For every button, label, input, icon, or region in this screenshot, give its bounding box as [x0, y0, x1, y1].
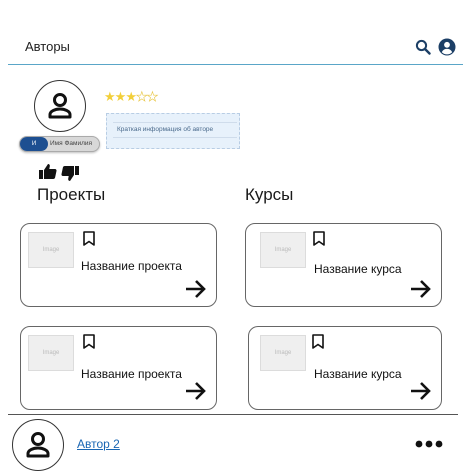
course-card[interactable]: Image Название курса — [245, 223, 442, 307]
star-icon: ★ — [104, 89, 116, 104]
short-info-text: Краткая информация об авторе — [113, 122, 237, 138]
project-image: Image — [28, 232, 74, 268]
list-divider — [8, 414, 458, 415]
star-icon: ★ — [114, 89, 127, 104]
author-short-info: Краткая информация об авторе — [106, 113, 240, 149]
author-avatar[interactable] — [12, 419, 64, 471]
author-name-chip[interactable]: И Имя Фамилия — [19, 136, 100, 152]
project-name: Название проекта — [81, 259, 182, 273]
course-name: Название курса — [314, 262, 402, 276]
header-divider — [8, 64, 463, 65]
page-title: Авторы — [25, 39, 70, 54]
arrow-right-icon[interactable] — [185, 381, 207, 401]
arrow-right-icon[interactable] — [185, 279, 207, 299]
course-name: Название курса — [314, 367, 402, 381]
bookmark-icon[interactable] — [312, 334, 324, 349]
thumbs-down-icon[interactable] — [60, 164, 80, 182]
arrow-right-icon[interactable] — [410, 279, 432, 299]
author-initials: И — [20, 137, 48, 151]
project-image: Image — [28, 335, 74, 371]
author-link[interactable]: Автор 2 — [77, 437, 120, 451]
person-icon — [26, 432, 50, 458]
author-name-label: Имя Фамилия — [50, 140, 93, 147]
course-image: Image — [260, 335, 306, 371]
thumbs-up-icon[interactable] — [38, 162, 58, 180]
course-image: Image — [260, 232, 306, 268]
bookmark-icon[interactable] — [83, 334, 95, 349]
project-name: Название проекта — [81, 367, 182, 381]
project-card[interactable]: Image Название проекта — [20, 326, 217, 410]
courses-title: Курсы — [245, 185, 294, 204]
star-icon: ★ — [125, 89, 137, 104]
author-avatar[interactable] — [34, 80, 86, 132]
more-horizontal-icon[interactable] — [414, 436, 444, 452]
star-outline-icon: ★ — [146, 89, 158, 105]
course-card[interactable]: Image Название курса — [248, 326, 442, 410]
projects-title: Проекты — [37, 185, 106, 204]
star-outline-icon: ★ — [135, 89, 148, 105]
person-icon — [48, 93, 72, 119]
account-circle-icon[interactable] — [437, 37, 457, 57]
rating-stars: ★★★★★ — [104, 89, 159, 105]
bookmark-icon[interactable] — [83, 231, 95, 246]
arrow-right-icon[interactable] — [410, 381, 432, 401]
project-card[interactable]: Image Название проекта — [20, 223, 217, 307]
bookmark-icon[interactable] — [313, 231, 325, 246]
search-icon[interactable] — [414, 38, 432, 56]
